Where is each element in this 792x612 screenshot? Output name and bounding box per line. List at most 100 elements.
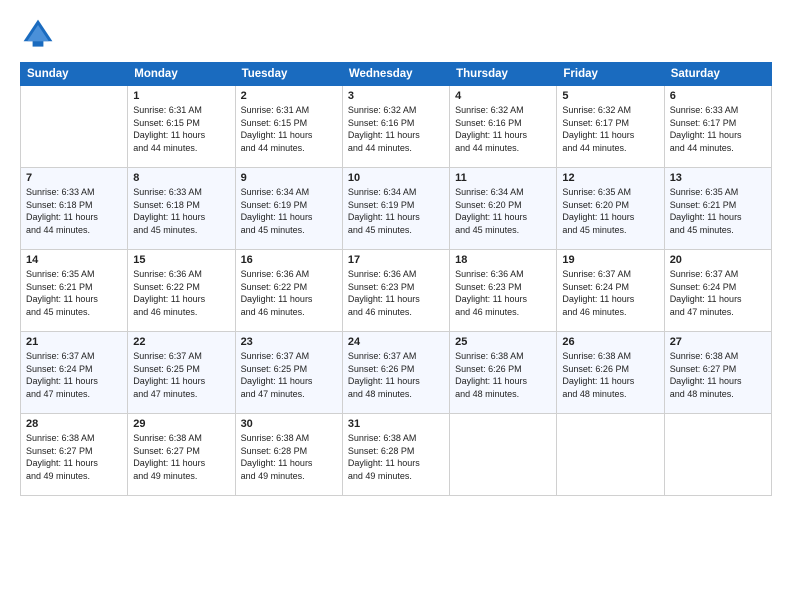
weekday-header-row: SundayMondayTuesdayWednesdayThursdayFrid… — [21, 63, 772, 86]
calendar-cell: 11 Sunrise: 6:34 AM Sunset: 6:20 PM Dayli… — [450, 168, 557, 250]
week-row-4: 21 Sunrise: 6:37 AM Sunset: 6:24 PM Dayli… — [21, 332, 772, 414]
day-info: Sunrise: 6:37 AM Sunset: 6:25 PM Dayligh… — [241, 350, 337, 400]
day-number: 5 — [562, 90, 658, 102]
day-info: Sunrise: 6:35 AM Sunset: 6:21 PM Dayligh… — [26, 268, 122, 318]
calendar-cell: 8 Sunrise: 6:33 AM Sunset: 6:18 PM Daylig… — [128, 168, 235, 250]
day-info: Sunrise: 6:32 AM Sunset: 6:16 PM Dayligh… — [348, 104, 444, 154]
day-info: Sunrise: 6:38 AM Sunset: 6:28 PM Dayligh… — [241, 432, 337, 482]
day-info: Sunrise: 6:37 AM Sunset: 6:24 PM Dayligh… — [26, 350, 122, 400]
day-number: 30 — [241, 418, 337, 430]
calendar-cell: 3 Sunrise: 6:32 AM Sunset: 6:16 PM Daylig… — [342, 86, 449, 168]
day-info: Sunrise: 6:37 AM Sunset: 6:26 PM Dayligh… — [348, 350, 444, 400]
weekday-header-saturday: Saturday — [664, 63, 771, 86]
day-info: Sunrise: 6:32 AM Sunset: 6:17 PM Dayligh… — [562, 104, 658, 154]
day-number: 6 — [670, 90, 766, 102]
calendar-cell: 29Sunrise: 6:38 AM Sunset: 6:27 PM Dayli… — [128, 414, 235, 496]
day-number: 31 — [348, 418, 444, 430]
calendar-cell — [21, 86, 128, 168]
day-info: Sunrise: 6:36 AM Sunset: 6:22 PM Dayligh… — [133, 268, 229, 318]
weekday-header-sunday: Sunday — [21, 63, 128, 86]
day-info: Sunrise: 6:38 AM Sunset: 6:28 PM Dayligh… — [348, 432, 444, 482]
calendar-cell: 28Sunrise: 6:38 AM Sunset: 6:27 PM Dayli… — [21, 414, 128, 496]
weekday-header-tuesday: Tuesday — [235, 63, 342, 86]
day-info: Sunrise: 6:38 AM Sunset: 6:26 PM Dayligh… — [562, 350, 658, 400]
day-info: Sunrise: 6:38 AM Sunset: 6:27 PM Dayligh… — [670, 350, 766, 400]
day-number: 9 — [241, 172, 337, 184]
calendar-cell: 15 Sunrise: 6:36 AM Sunset: 6:22 PM Dayli… — [128, 250, 235, 332]
calendar-cell: 1Sunrise: 6:31 AM Sunset: 6:15 PM Daylig… — [128, 86, 235, 168]
day-number: 8 — [133, 172, 229, 184]
calendar-cell: 18 Sunrise: 6:36 AM Sunset: 6:23 PM Dayli… — [450, 250, 557, 332]
week-row-2: 7 Sunrise: 6:33 AM Sunset: 6:18 PM Daylig… — [21, 168, 772, 250]
calendar-cell: 17Sunrise: 6:36 AM Sunset: 6:23 PM Dayli… — [342, 250, 449, 332]
calendar-cell: 27 Sunrise: 6:38 AM Sunset: 6:27 PM Dayli… — [664, 332, 771, 414]
day-number: 20 — [670, 254, 766, 266]
day-number: 3 — [348, 90, 444, 102]
calendar-cell: 14 Sunrise: 6:35 AM Sunset: 6:21 PM Dayli… — [21, 250, 128, 332]
day-info: Sunrise: 6:37 AM Sunset: 6:24 PM Dayligh… — [562, 268, 658, 318]
day-info: Sunrise: 6:34 AM Sunset: 6:19 PM Dayligh… — [348, 186, 444, 236]
calendar-cell: 9 Sunrise: 6:34 AM Sunset: 6:19 PM Daylig… — [235, 168, 342, 250]
day-number: 15 — [133, 254, 229, 266]
calendar-cell: 10 Sunrise: 6:34 AM Sunset: 6:19 PM Dayli… — [342, 168, 449, 250]
calendar-cell — [557, 414, 664, 496]
day-number: 25 — [455, 336, 551, 348]
day-number: 1 — [133, 90, 229, 102]
calendar-cell: 16Sunrise: 6:36 AM Sunset: 6:22 PM Dayli… — [235, 250, 342, 332]
calendar-cell — [664, 414, 771, 496]
weekday-header-wednesday: Wednesday — [342, 63, 449, 86]
day-number: 16 — [241, 254, 337, 266]
calendar-cell — [450, 414, 557, 496]
calendar-table: SundayMondayTuesdayWednesdayThursdayFrid… — [20, 62, 772, 496]
day-info: Sunrise: 6:38 AM Sunset: 6:27 PM Dayligh… — [133, 432, 229, 482]
weekday-header-friday: Friday — [557, 63, 664, 86]
calendar-cell: 6 Sunrise: 6:33 AM Sunset: 6:17 PM Daylig… — [664, 86, 771, 168]
day-info: Sunrise: 6:36 AM Sunset: 6:23 PM Dayligh… — [455, 268, 551, 318]
day-number: 2 — [241, 90, 337, 102]
day-number: 4 — [455, 90, 551, 102]
calendar-cell: 20Sunrise: 6:37 AM Sunset: 6:24 PM Dayli… — [664, 250, 771, 332]
day-number: 7 — [26, 172, 122, 184]
day-info: Sunrise: 6:33 AM Sunset: 6:18 PM Dayligh… — [26, 186, 122, 236]
day-info: Sunrise: 6:38 AM Sunset: 6:26 PM Dayligh… — [455, 350, 551, 400]
week-row-3: 14 Sunrise: 6:35 AM Sunset: 6:21 PM Dayli… — [21, 250, 772, 332]
day-number: 24 — [348, 336, 444, 348]
calendar-cell: 19 Sunrise: 6:37 AM Sunset: 6:24 PM Dayli… — [557, 250, 664, 332]
day-info: Sunrise: 6:33 AM Sunset: 6:17 PM Dayligh… — [670, 104, 766, 154]
day-number: 18 — [455, 254, 551, 266]
calendar-cell: 31 Sunrise: 6:38 AM Sunset: 6:28 PM Dayli… — [342, 414, 449, 496]
week-row-5: 28Sunrise: 6:38 AM Sunset: 6:27 PM Dayli… — [21, 414, 772, 496]
logo — [20, 16, 62, 52]
calendar-cell: 22Sunrise: 6:37 AM Sunset: 6:25 PM Dayli… — [128, 332, 235, 414]
day-info: Sunrise: 6:32 AM Sunset: 6:16 PM Dayligh… — [455, 104, 551, 154]
day-info: Sunrise: 6:31 AM Sunset: 6:15 PM Dayligh… — [241, 104, 337, 154]
calendar-cell: 21 Sunrise: 6:37 AM Sunset: 6:24 PM Dayli… — [21, 332, 128, 414]
day-number: 14 — [26, 254, 122, 266]
calendar-cell: 13Sunrise: 6:35 AM Sunset: 6:21 PM Dayli… — [664, 168, 771, 250]
day-info: Sunrise: 6:33 AM Sunset: 6:18 PM Dayligh… — [133, 186, 229, 236]
week-row-1: 1 Sunrise: 6:31 AM Sunset: 6:15 PM Daylig… — [21, 86, 772, 168]
day-number: 10 — [348, 172, 444, 184]
day-number: 23 — [241, 336, 337, 348]
day-info: Sunrise: 6:34 AM Sunset: 6:20 PM Dayligh… — [455, 186, 551, 236]
calendar-cell: 4 Sunrise: 6:32 AM Sunset: 6:16 PM Daylig… — [450, 86, 557, 168]
weekday-header-thursday: Thursday — [450, 63, 557, 86]
day-number: 22 — [133, 336, 229, 348]
calendar-cell: 7 Sunrise: 6:33 AM Sunset: 6:18 PM Daylig… — [21, 168, 128, 250]
calendar-body: 1 Sunrise: 6:31 AM Sunset: 6:15 PM Daylig… — [21, 86, 772, 496]
day-number: 13 — [670, 172, 766, 184]
calendar-cell: 23 Sunrise: 6:37 AM Sunset: 6:25 PM Dayli… — [235, 332, 342, 414]
day-info: Sunrise: 6:38 AM Sunset: 6:27 PM Dayligh… — [26, 432, 122, 482]
calendar-cell: 24 Sunrise: 6:37 AM Sunset: 6:26 PM Dayli… — [342, 332, 449, 414]
day-number: 19 — [562, 254, 658, 266]
weekday-header-monday: Monday — [128, 63, 235, 86]
day-info: Sunrise: 6:34 AM Sunset: 6:19 PM Dayligh… — [241, 186, 337, 236]
day-info: Sunrise: 6:36 AM Sunset: 6:23 PM Dayligh… — [348, 268, 444, 318]
day-number: 27 — [670, 336, 766, 348]
logo-icon — [20, 16, 56, 52]
page: SundayMondayTuesdayWednesdayThursdayFrid… — [0, 0, 792, 612]
day-info: Sunrise: 6:35 AM Sunset: 6:20 PM Dayligh… — [562, 186, 658, 236]
day-number: 11 — [455, 172, 551, 184]
calendar-cell: 26Sunrise: 6:38 AM Sunset: 6:26 PM Dayli… — [557, 332, 664, 414]
day-number: 21 — [26, 336, 122, 348]
